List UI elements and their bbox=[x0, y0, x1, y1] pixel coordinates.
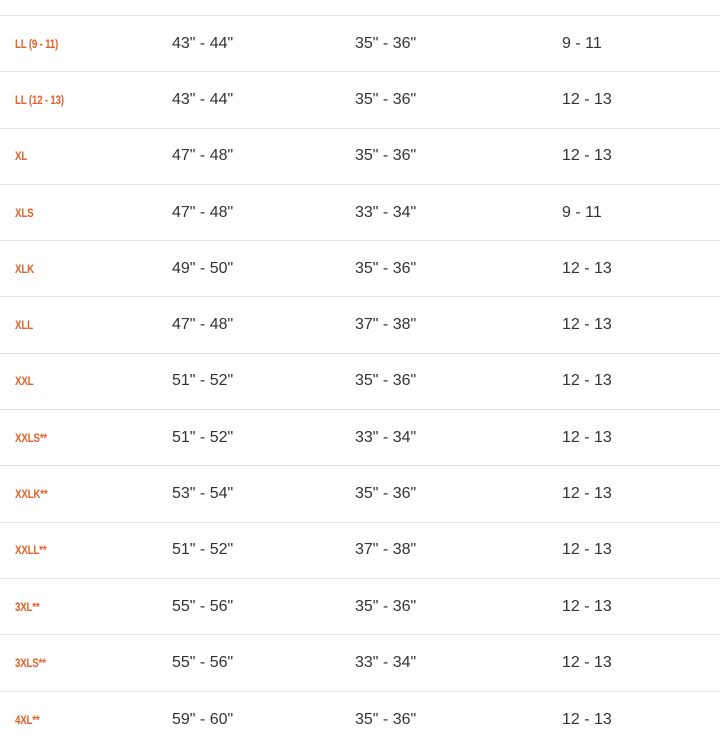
size-label: XLS bbox=[15, 205, 34, 220]
size-label: 4XL** bbox=[15, 712, 40, 727]
length-value: 35" - 36" bbox=[355, 147, 417, 165]
chest-value: 55" - 56" bbox=[172, 597, 234, 615]
length-value: 35" - 36" bbox=[355, 259, 417, 277]
size-label: XLK bbox=[15, 261, 34, 276]
sleeve-value: 9 - 11 bbox=[562, 34, 602, 52]
table-row: XLS 47" - 48" 33" - 34" 9 - 11 bbox=[0, 185, 720, 242]
chest-value: 43" - 44" bbox=[172, 34, 234, 52]
size-label: 3XL** bbox=[15, 599, 40, 614]
table-row: XXLS** 51" - 52" 33" - 34" 12 - 13 bbox=[0, 410, 720, 467]
chest-value: 47" - 48" bbox=[172, 203, 234, 221]
size-label: XXL bbox=[15, 374, 34, 389]
size-label: LL (9 - 11) bbox=[15, 36, 59, 51]
chest-value: 51" - 52" bbox=[172, 372, 234, 390]
table-row: XLK 49" - 50" 35" - 36" 12 - 13 bbox=[0, 241, 720, 298]
length-value: 37" - 38" bbox=[355, 541, 417, 559]
length-value: 35" - 36" bbox=[355, 372, 417, 390]
length-value: 33" - 34" bbox=[355, 653, 417, 671]
size-label: XXLL** bbox=[15, 543, 47, 558]
length-value: 37" - 38" bbox=[355, 316, 417, 334]
length-value: 35" - 36" bbox=[355, 597, 417, 615]
chest-value: 59" - 60" bbox=[172, 710, 234, 728]
length-value: 35" - 36" bbox=[355, 485, 417, 503]
chest-value: 51" - 52" bbox=[172, 428, 234, 446]
sleeve-value: 12 - 13 bbox=[562, 428, 612, 446]
size-label: XXLS** bbox=[15, 430, 47, 445]
sleeve-value: 12 - 13 bbox=[562, 90, 612, 108]
length-value: 35" - 36" bbox=[355, 90, 417, 108]
table-row: XXLK** 53" - 54" 35" - 36" 12 - 13 bbox=[0, 466, 720, 523]
chest-value: 55" - 56" bbox=[172, 653, 234, 671]
table-row: XXL 51" - 52" 35" - 36" 12 - 13 bbox=[0, 354, 720, 411]
sleeve-value: 12 - 13 bbox=[562, 710, 612, 728]
chest-value: 43" - 44" bbox=[172, 90, 234, 108]
sleeve-value: 12 - 13 bbox=[562, 147, 612, 165]
table-row: 4XL** 59" - 60" 35" - 36" 12 - 13 bbox=[0, 692, 720, 748]
length-value: 35" - 36" bbox=[355, 34, 417, 52]
table-row: XL 47" - 48" 35" - 36" 12 - 13 bbox=[0, 129, 720, 185]
size-label: LL (12 - 13) bbox=[15, 92, 64, 107]
sleeve-value: 12 - 13 bbox=[562, 316, 612, 334]
length-value: 35" - 36" bbox=[355, 710, 417, 728]
chest-value: 47" - 48" bbox=[172, 147, 234, 165]
chest-value: 51" - 52" bbox=[172, 541, 234, 559]
chest-value: 49" - 50" bbox=[172, 259, 234, 277]
size-label: XXLK** bbox=[15, 487, 48, 502]
length-value: 33" - 34" bbox=[355, 428, 417, 446]
table-row: XXLL** 51" - 52" 37" - 38" 12 - 13 bbox=[0, 523, 720, 579]
sleeve-value: 9 - 11 bbox=[562, 203, 602, 221]
sleeve-value: 12 - 13 bbox=[562, 653, 612, 671]
table-row: 3XL** 55" - 56" 35" - 36" 12 - 13 bbox=[0, 579, 720, 636]
chest-value: 47" - 48" bbox=[172, 316, 234, 334]
table-row: XLL 47" - 48" 37" - 38" 12 - 13 bbox=[0, 297, 720, 354]
table-row: 3XLS** 55" - 56" 33" - 34" 12 - 13 bbox=[0, 635, 720, 692]
chest-value: 53" - 54" bbox=[172, 485, 234, 503]
size-label: 3XLS** bbox=[15, 655, 46, 670]
table-row: LL (9 - 11) 43" - 44" 35" - 36" 9 - 11 bbox=[0, 16, 720, 73]
sleeve-value: 12 - 13 bbox=[562, 485, 612, 503]
sleeve-value: 12 - 13 bbox=[562, 372, 612, 390]
size-chart-table: LL (9 - 11) 43" - 44" 35" - 36" 9 - 11 L… bbox=[0, 15, 720, 748]
length-value: 33" - 34" bbox=[355, 203, 417, 221]
table-row: LL (12 - 13) 43" - 44" 35" - 36" 12 - 13 bbox=[0, 72, 720, 129]
sleeve-value: 12 - 13 bbox=[562, 597, 612, 615]
size-label: XLL bbox=[15, 318, 33, 333]
size-label: XL bbox=[15, 149, 28, 164]
sleeve-value: 12 - 13 bbox=[562, 259, 612, 277]
sleeve-value: 12 - 13 bbox=[562, 541, 612, 559]
